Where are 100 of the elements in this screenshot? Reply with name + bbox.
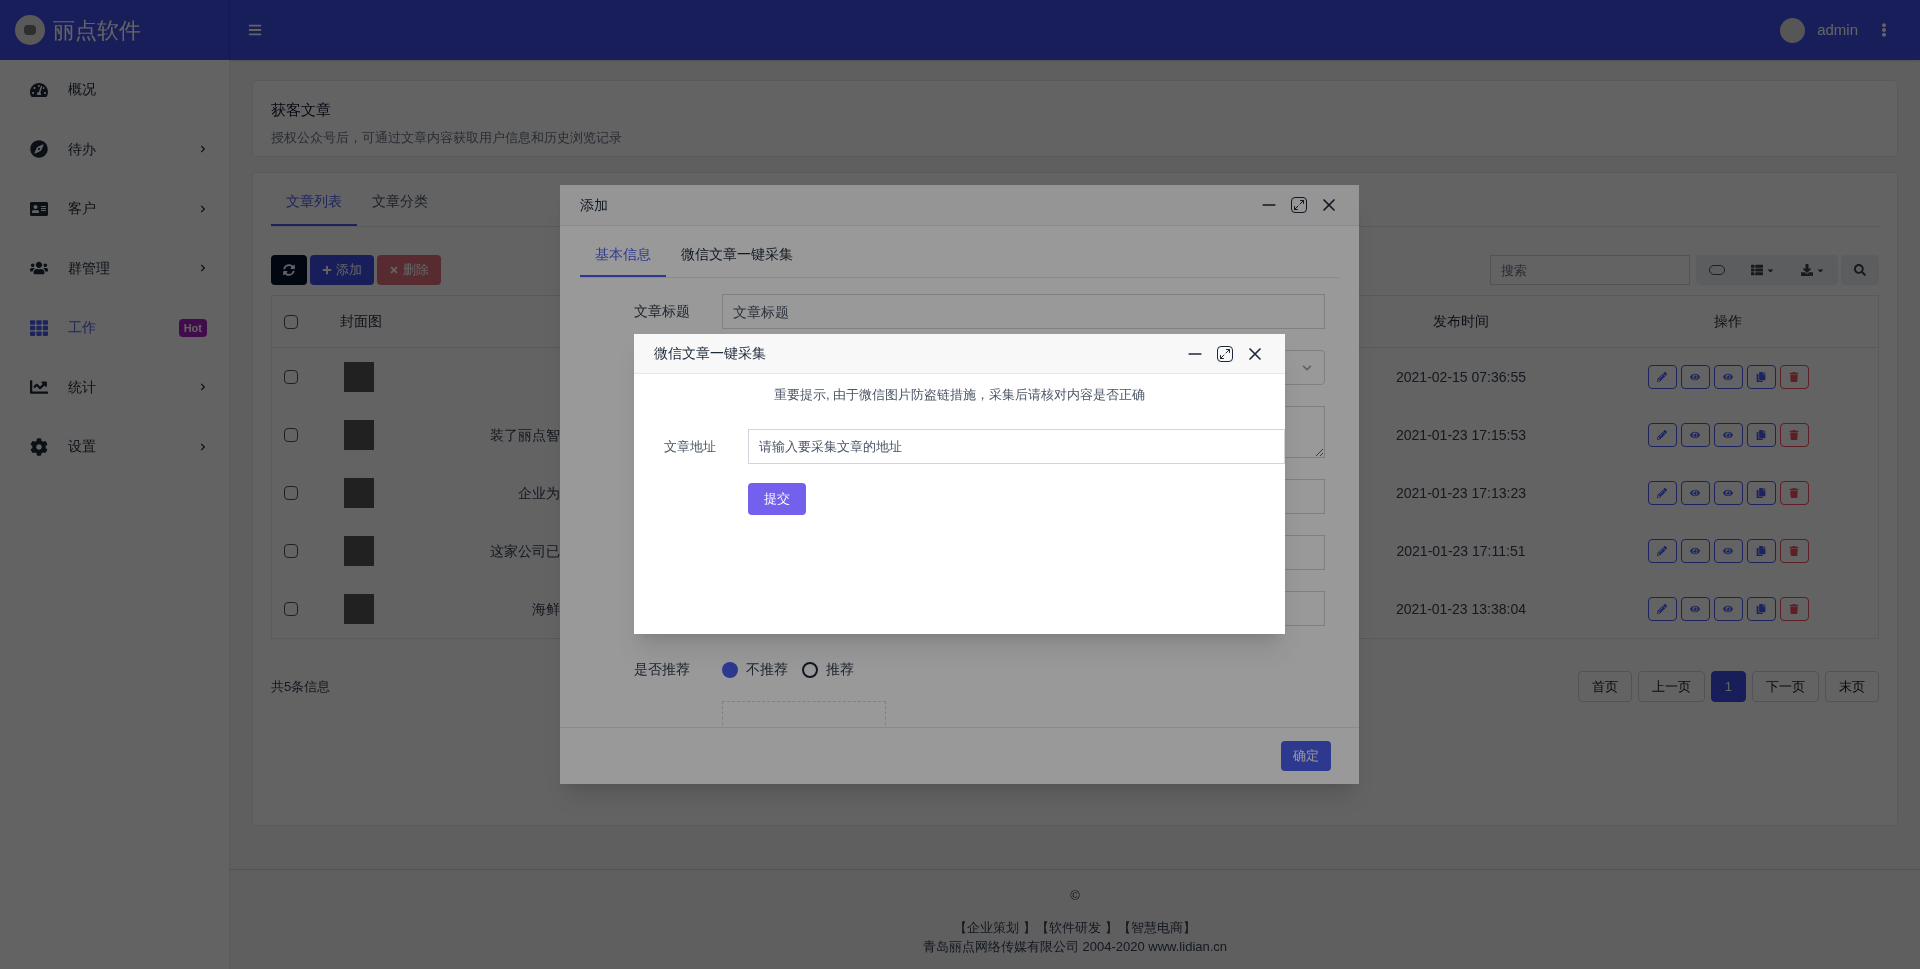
checkbox[interactable] [284,314,298,329]
footer-link[interactable]: 【企业策划 】 [954,917,1036,937]
columns-menu-icon[interactable] [1751,264,1775,276]
copy-button[interactable] [1746,365,1776,389]
preview-button[interactable] [1713,365,1743,389]
add-button[interactable]: 添加 [310,255,374,285]
photo-placeholder [344,536,374,566]
page-button[interactable]: 1 [1710,671,1746,702]
download-menu-icon[interactable] [1801,264,1825,276]
column-header: 发布时间 [1432,312,1490,331]
copy-icon [1756,488,1766,498]
eye-icon [1690,604,1700,614]
edit-button[interactable] [1647,539,1677,563]
confirm-button[interactable]: 确定 [1281,741,1331,771]
column-header: 操作 [1713,312,1743,331]
column-header: 封面图 [339,312,383,331]
record-count: 共5条信息 [271,677,331,696]
sidebar-item[interactable]: 客户 [0,179,229,239]
view-button[interactable] [1680,423,1710,447]
sidebar-item[interactable]: 群管理 [0,238,229,298]
table-cell: 这家公司已 [490,542,560,559]
url-input[interactable]: 请输入要采集文章的地址 [748,429,1285,464]
user-name[interactable]: admin [1817,18,1858,42]
eye-icon [1723,546,1733,556]
trash-icon [1789,604,1799,614]
eye-icon [1723,488,1733,498]
chevron-icon [199,145,207,154]
sidebar-item[interactable]: 统计 [0,357,229,417]
delete-row-button[interactable] [1779,481,1809,505]
eye-icon [1690,546,1700,556]
page-button[interactable]: 末页 [1825,671,1879,702]
preview-button[interactable] [1713,481,1743,505]
refresh-button[interactable] [271,255,307,285]
photo-placeholder [344,420,374,450]
chevron-icon [1302,362,1312,373]
search-button[interactable] [1841,255,1879,285]
chevron-icon [199,264,207,273]
edit-button[interactable] [1647,481,1677,505]
delete-row-button[interactable] [1779,597,1809,621]
radio-button[interactable] [802,661,818,678]
tab[interactable]: 基本信息 [580,240,666,277]
checkbox[interactable] [284,486,298,500]
sidebar-item[interactable]: 概况 [0,60,229,120]
view-button[interactable] [1680,597,1710,621]
sidebar-item[interactable]: 待办 [0,119,229,179]
page-button[interactable]: 首页 [1577,671,1632,702]
sidebar-item[interactable]: 设置 [0,417,229,477]
preview-button[interactable] [1713,539,1743,563]
edit-button[interactable] [1647,423,1677,447]
sidebar-item[interactable]: 工作 Hot [0,298,229,358]
menu-icon[interactable] [248,23,262,37]
trash-icon [1789,546,1799,556]
view-button[interactable] [1680,481,1710,505]
copy-button[interactable] [1746,423,1776,447]
table-cell: 2021-01-23 17:11:51 [1396,542,1526,559]
search-icon [1854,264,1866,276]
tab[interactable]: 文章分类 [357,187,443,226]
preview-button[interactable] [1713,597,1743,621]
eye-icon [1723,430,1733,440]
plus-icon [322,265,332,275]
eye-icon [1723,604,1733,614]
trash-icon [1789,372,1799,382]
edit-button[interactable] [1647,365,1677,389]
delete-row-button[interactable] [1779,539,1809,563]
preview-button[interactable] [1713,423,1743,447]
input-field[interactable]: 文章标题 [722,294,1325,329]
radio-button[interactable] [722,661,738,678]
notice-text: 重要提示, 由于微信图片防盗链措施，采集后请核对内容是否正确 [773,387,1146,402]
table-cell: 企业为 [518,484,560,501]
checkbox[interactable] [284,370,298,384]
dialog-title: 添加 [580,195,608,215]
id-card-icon [30,199,48,218]
table-cell: 装了丽点智 [490,426,560,443]
grid-icon [30,318,48,337]
pencil-icon [1657,604,1667,614]
avatar-icon [1780,17,1806,43]
checkbox[interactable] [284,602,298,616]
checkbox[interactable] [284,544,298,558]
maximize-icon[interactable] [1217,345,1233,362]
radio-option[interactable]: 推荐 [802,659,854,680]
checkbox[interactable] [284,428,298,442]
footer-link[interactable]: 【智慧电商】 [1117,917,1196,937]
delete-row-button[interactable] [1779,365,1809,389]
footer-link[interactable]: 【软件研发 】 [1036,917,1118,937]
tab[interactable]: 微信文章一键采集 [666,240,808,277]
delete-row-button[interactable] [1779,423,1809,447]
maximize-icon[interactable] [1291,197,1307,213]
search-field[interactable]: 搜索 [1490,255,1690,285]
view-button[interactable] [1680,365,1710,389]
copy-button[interactable] [1746,597,1776,621]
copy-button[interactable] [1746,539,1776,563]
trash-icon [1789,430,1799,440]
tab[interactable]: 文章列表 [271,187,357,226]
copy-button[interactable] [1746,481,1776,505]
submit-button[interactable]: 提交 [748,483,806,515]
view-button[interactable] [1680,539,1710,563]
copy-icon [1756,372,1766,382]
radio-option[interactable]: 不推荐 [722,659,788,680]
company-copyright: 青岛丽点网络传媒有限公司 2004-2020 www.lidian.cn [922,938,1228,956]
edit-button[interactable] [1647,597,1677,621]
